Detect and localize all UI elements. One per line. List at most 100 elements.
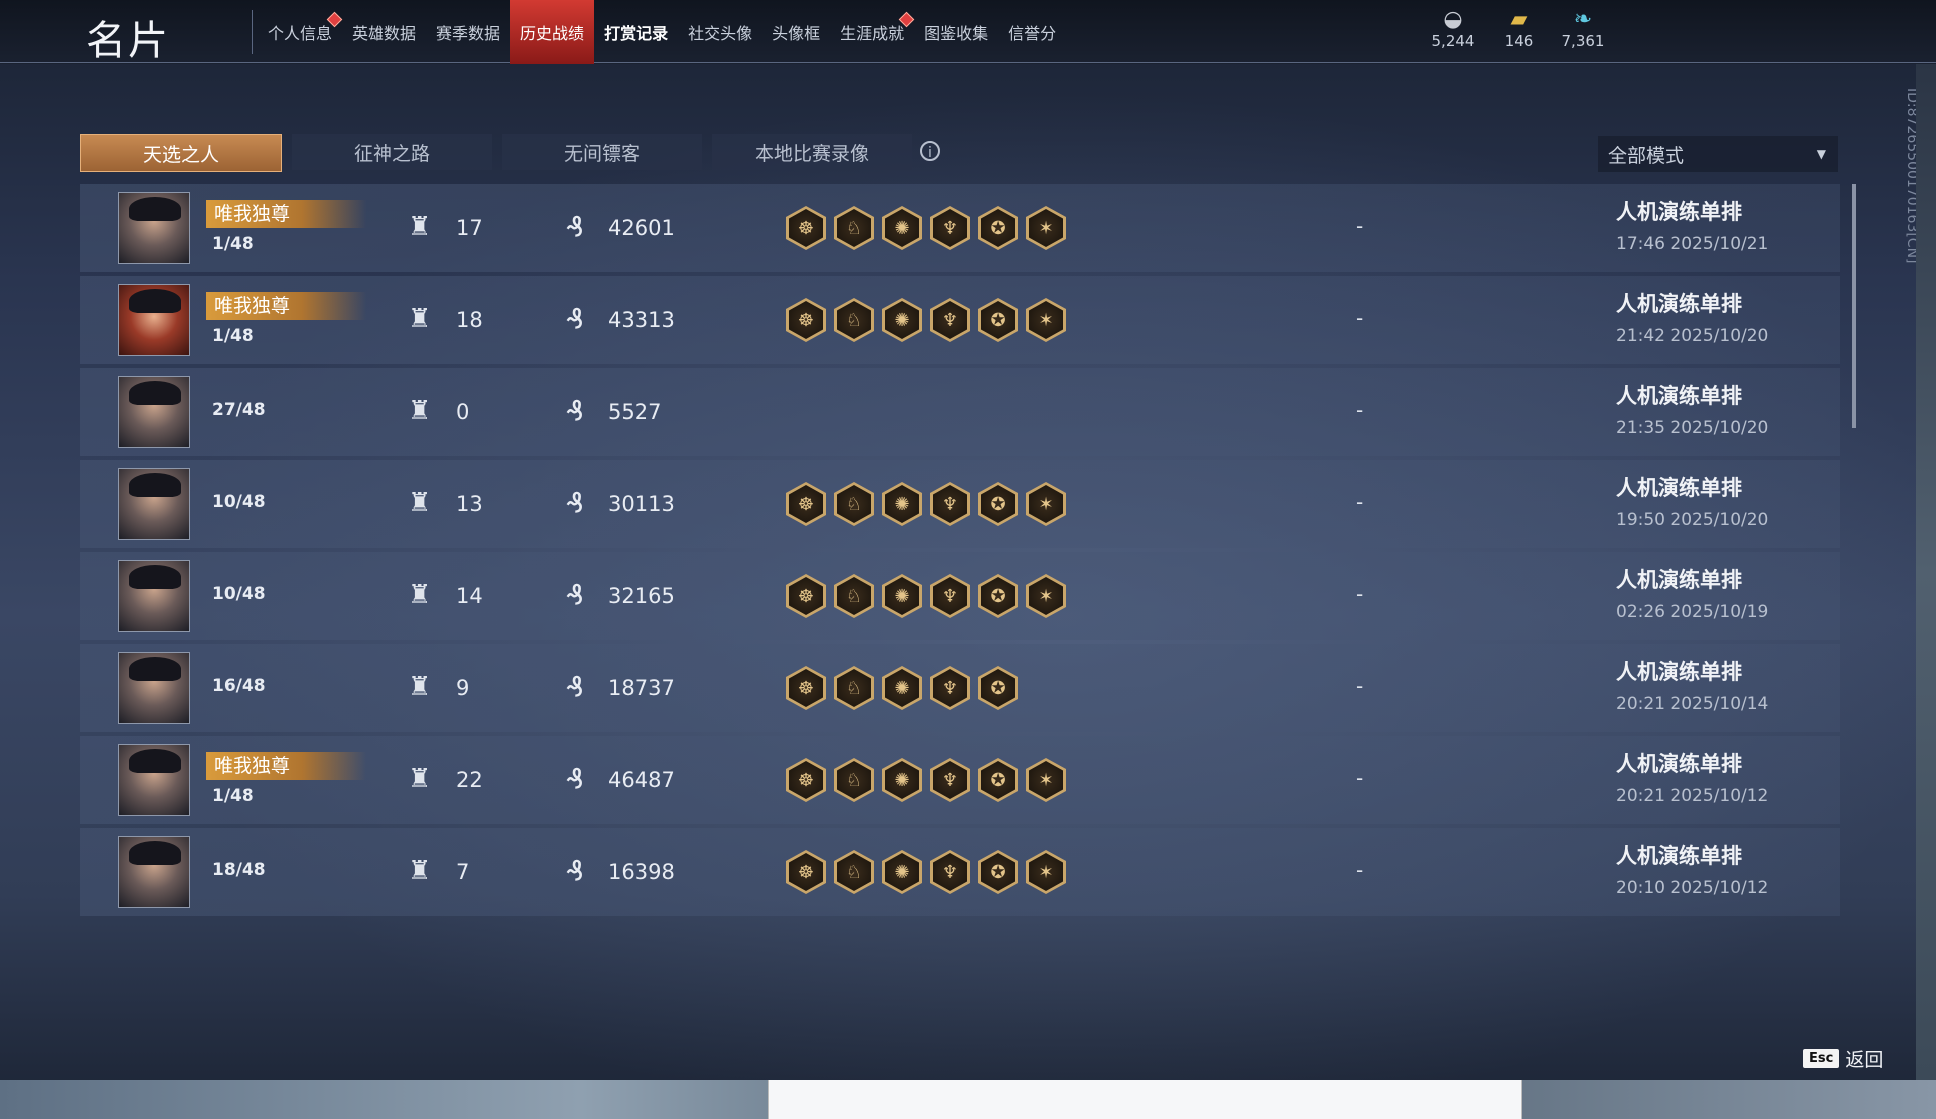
nav-item-5[interactable]: 社交头像 xyxy=(678,0,762,64)
nav-item-7[interactable]: 生涯成就 xyxy=(830,0,915,64)
achievement-icon[interactable]: ♘ xyxy=(834,850,874,894)
achievement-icon[interactable]: ♆ xyxy=(930,298,970,342)
info-icon[interactable]: i xyxy=(920,141,940,161)
achievement-icon[interactable]: ✪ xyxy=(978,298,1018,342)
achievement-icon[interactable]: ✪ xyxy=(978,850,1018,894)
avatar-hair xyxy=(129,565,181,589)
match-time: 19:50 2025/10/20 xyxy=(1616,510,1769,530)
achievement-icon[interactable]: ♘ xyxy=(834,298,874,342)
achievement-icon[interactable]: ✶ xyxy=(1026,206,1066,250)
champion-badge: 唯我独尊 xyxy=(206,200,366,228)
back-button[interactable]: Esc 返回 xyxy=(1803,1045,1883,1072)
nav-item-8[interactable]: 图鉴收集 xyxy=(914,0,998,64)
achievement-glyph: ☸ xyxy=(789,669,823,707)
achievement-glyph: ☸ xyxy=(789,209,823,247)
achievement-icon[interactable]: ✶ xyxy=(1026,298,1066,342)
hero-avatar xyxy=(118,376,190,448)
achievement-glyph: ✺ xyxy=(885,577,919,615)
kills-value: 0 xyxy=(456,400,470,424)
list-scrollbar[interactable] xyxy=(1852,184,1856,428)
extra-value: - xyxy=(1356,674,1364,698)
tab-wujian[interactable]: 无间镖客 xyxy=(502,134,702,170)
mode-select[interactable]: 全部模式 ▼ xyxy=(1598,136,1838,172)
nav-item-label: 赛季数据 xyxy=(436,24,501,43)
achievement-icon[interactable]: ✪ xyxy=(978,482,1018,526)
achievement-icon[interactable]: ☸ xyxy=(786,298,826,342)
achievement-icon[interactable]: ♘ xyxy=(834,206,874,250)
achievement-icon[interactable]: ♆ xyxy=(930,482,970,526)
achievement-glyph: ♘ xyxy=(837,669,871,707)
gold-value: 43313 xyxy=(608,308,675,332)
tab-zhengshen[interactable]: 征神之路 xyxy=(292,134,492,170)
achievement-icon[interactable]: ☸ xyxy=(786,666,826,710)
achievement-glyph: ✪ xyxy=(981,853,1015,891)
match-time: 02:26 2025/10/19 xyxy=(1616,602,1769,622)
match-row[interactable]: 10/48 ♜ 13 ₰ 30113 ☸ ♘ ✺ ♆ ✪ ✶ - 人机演练单排 19:50 2025/10… xyxy=(80,460,1840,548)
tab-local-replay[interactable]: 本地比赛录像 xyxy=(712,134,912,170)
avatar-hair xyxy=(129,841,181,865)
tab-tianxuan[interactable]: 天选之人 xyxy=(80,134,282,172)
nav-item-1[interactable]: 英雄数据 xyxy=(342,0,426,64)
nav-item-2[interactable]: 赛季数据 xyxy=(426,0,510,64)
achievement-icon[interactable]: ✺ xyxy=(882,758,922,802)
achievement-icon[interactable]: ♘ xyxy=(834,574,874,618)
nav-item-0[interactable]: 个人信息 xyxy=(258,0,343,64)
achievement-icon[interactable]: ♆ xyxy=(930,850,970,894)
achievement-icon[interactable]: ☸ xyxy=(786,850,826,894)
nav-item-9[interactable]: 信誉分 xyxy=(998,0,1066,64)
match-row[interactable]: 16/48 ♜ 9 ₰ 18737 ☸ ♘ ✺ ♆ ✪ - 人机演练单排 20:21 2025/10/1… xyxy=(80,644,1840,732)
nav-item-4[interactable]: 打赏记录 xyxy=(594,0,678,64)
achievement-icon[interactable]: ✺ xyxy=(882,206,922,250)
gold-icon: ₰ xyxy=(566,394,584,427)
kills-value: 17 xyxy=(456,216,483,240)
achievement-icon[interactable]: ♆ xyxy=(930,574,970,618)
match-row[interactable]: 唯我独尊 1/48 ♜ 17 ₰ 42601 ☸ ♘ ✺ ♆ ✪ ✶ - 人机演练单排 17:46 2025… xyxy=(80,184,1840,272)
achievement-icon[interactable]: ☸ xyxy=(786,758,826,802)
match-row[interactable]: 10/48 ♜ 14 ₰ 32165 ☸ ♘ ✺ ♆ ✪ ✶ - 人机演练单排 02:26 2025/10… xyxy=(80,552,1840,640)
kills-icon: ♜ xyxy=(408,212,432,242)
achievement-icon[interactable]: ✺ xyxy=(882,482,922,526)
achievement-glyph: ♆ xyxy=(933,577,967,615)
hero-avatar xyxy=(118,836,190,908)
match-time: 20:21 2025/10/12 xyxy=(1616,786,1769,806)
achievement-icon[interactable]: ✶ xyxy=(1026,482,1066,526)
achievement-glyph: ♆ xyxy=(933,485,967,523)
match-row[interactable]: 27/48 ♜ 0 ₰ 5527 - 人机演练单排 21:35 2025/10/20 xyxy=(80,368,1840,456)
achievement-icon[interactable]: ✶ xyxy=(1026,574,1066,618)
achievement-icons: ☸ ♘ ✺ ♆ ✪ ✶ xyxy=(786,758,1066,802)
gold-icon: ₰ xyxy=(566,302,584,335)
achievement-icon[interactable]: ☸ xyxy=(786,574,826,618)
achievement-icon[interactable]: ✪ xyxy=(978,758,1018,802)
achievement-glyph: ☸ xyxy=(789,301,823,339)
achievement-icon[interactable]: ♆ xyxy=(930,758,970,802)
achievement-icon[interactable]: ♆ xyxy=(930,666,970,710)
match-row[interactable]: 18/48 ♜ 7 ₰ 16398 ☸ ♘ ✺ ♆ ✪ ✶ - 人机演练单排 20:10 2025/10/… xyxy=(80,828,1840,916)
achievement-icon[interactable]: ✪ xyxy=(978,206,1018,250)
nav-item-6[interactable]: 头像框 xyxy=(762,0,830,64)
achievement-icon[interactable]: ✪ xyxy=(978,574,1018,618)
hero-avatar xyxy=(118,560,190,632)
achievement-icon[interactable]: ☸ xyxy=(786,206,826,250)
page-title: 名片 xyxy=(86,18,170,64)
achievement-icon[interactable]: ✶ xyxy=(1026,758,1066,802)
nav-item-3[interactable]: 历史战绩 xyxy=(510,0,595,64)
achievement-icon[interactable]: ✺ xyxy=(882,298,922,342)
gold-icon: ₰ xyxy=(566,210,584,243)
achievement-glyph: ✪ xyxy=(981,485,1015,523)
achievement-icon[interactable]: ♆ xyxy=(930,206,970,250)
achievement-glyph: ☸ xyxy=(789,485,823,523)
achievement-icon[interactable]: ✶ xyxy=(1026,850,1066,894)
match-row[interactable]: 唯我独尊 1/48 ♜ 22 ₰ 46487 ☸ ♘ ✺ ♆ ✪ ✶ - 人机演练单排 20:21 2025… xyxy=(80,736,1840,824)
game-mode: 人机演练单排 xyxy=(1616,200,1742,224)
achievement-icon[interactable]: ☸ xyxy=(786,482,826,526)
nav-item-label: 头像框 xyxy=(772,24,821,43)
match-row[interactable]: 唯我独尊 1/48 ♜ 18 ₰ 43313 ☸ ♘ ✺ ♆ ✪ ✶ - 人机演练单排 21:42 2025… xyxy=(80,276,1840,364)
achievement-icon[interactable]: ♘ xyxy=(834,666,874,710)
achievement-icon[interactable]: ♘ xyxy=(834,482,874,526)
achievement-icon[interactable]: ♘ xyxy=(834,758,874,802)
achievement-icon[interactable]: ✺ xyxy=(882,666,922,710)
title-divider xyxy=(252,10,253,54)
achievement-icon[interactable]: ✺ xyxy=(882,850,922,894)
achievement-icon[interactable]: ✪ xyxy=(978,666,1018,710)
achievement-icon[interactable]: ✺ xyxy=(882,574,922,618)
